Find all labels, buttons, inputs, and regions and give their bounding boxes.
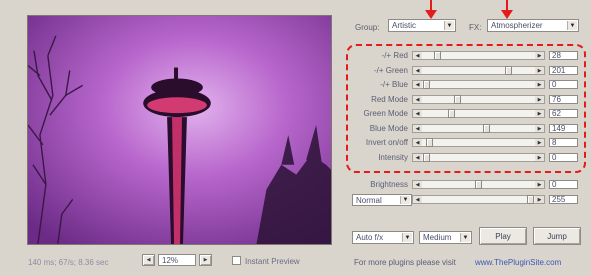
arrow-left-icon[interactable]: ◀ — [413, 52, 422, 59]
arrow-left-icon[interactable]: ◀ — [413, 125, 422, 132]
arrow-right-icon[interactable]: ▶ — [535, 81, 544, 88]
slider-value[interactable]: 0 — [549, 80, 578, 89]
slider-track[interactable]: ◀ ▶ — [412, 95, 545, 104]
slider-label: -/+ Green — [373, 66, 408, 75]
slider-label: Red Mode — [371, 95, 408, 104]
arrow-left-icon[interactable]: ◀ — [413, 67, 422, 74]
brightness-slider[interactable]: ◀ ▶ — [412, 180, 545, 189]
blend-slider[interactable]: ◀ ▶ — [412, 195, 545, 204]
chevron-down-icon: ▼ — [567, 21, 577, 30]
slider-label: Invert on/off — [365, 138, 408, 147]
brightness-label: Brightness — [370, 180, 408, 189]
fx-label: FX: — [469, 23, 482, 32]
slider-track[interactable]: ◀ ▶ — [412, 153, 545, 162]
triangle-icon: ◀ — [146, 257, 151, 263]
slider-value[interactable]: 62 — [549, 109, 578, 118]
blend-mode-value: Normal — [356, 195, 382, 205]
auto-fx-dropdown[interactable]: Auto f/x ▼ — [352, 231, 414, 244]
slider-thumb[interactable] — [423, 153, 430, 162]
arrow-right-icon[interactable]: ▶ — [535, 96, 544, 103]
slider-label: -/+ Red — [381, 51, 408, 60]
arrow-right-icon[interactable]: ▶ — [535, 196, 544, 203]
slider-label: Green Mode — [363, 109, 408, 118]
jump-button[interactable]: Jump — [533, 227, 581, 245]
speed-value: Medium — [423, 233, 452, 242]
fx-value: Atmospherizer — [491, 21, 543, 30]
arrow-right-icon[interactable]: ▶ — [535, 139, 544, 146]
slider-thumb[interactable] — [475, 180, 482, 189]
slider-thumb[interactable] — [423, 80, 430, 89]
group-dropdown[interactable]: Artistic ▼ — [388, 19, 456, 32]
arrow-right-icon[interactable]: ▶ — [535, 67, 544, 74]
slider-track[interactable]: ◀ ▶ — [412, 124, 545, 133]
slider-label: Blue Mode — [369, 124, 408, 133]
slider-label: Intensity — [378, 153, 408, 162]
brightness-value[interactable]: 0 — [549, 180, 578, 189]
slider-thumb[interactable] — [454, 95, 462, 104]
slider-thumb[interactable] — [426, 138, 434, 147]
group-value: Artistic — [392, 21, 416, 30]
group-label: Group: — [355, 23, 380, 32]
blend-value[interactable]: 255 — [549, 195, 578, 204]
arrow-left-icon[interactable]: ◀ — [413, 96, 422, 103]
footer-text: For more plugins please visit — [354, 258, 456, 267]
auto-fx-value: Auto f/x — [356, 233, 384, 242]
chevron-down-icon: ▼ — [444, 21, 454, 30]
slider-thumb[interactable] — [483, 124, 491, 133]
slider-thumb[interactable] — [447, 109, 455, 118]
slider-thumb[interactable] — [527, 195, 534, 204]
speed-dropdown[interactable]: Medium ▼ — [419, 231, 472, 244]
red-arrow-icon — [501, 0, 513, 19]
arrow-left-icon[interactable]: ◀ — [413, 181, 422, 188]
plugin-site-link[interactable]: www.ThePluginSite.com — [475, 258, 561, 267]
arrow-left-icon[interactable]: ◀ — [413, 110, 422, 117]
slider-value[interactable]: 149 — [549, 124, 578, 133]
preview-image — [27, 15, 332, 245]
slider-thumb[interactable] — [434, 51, 442, 60]
status-text: 140 ms; 67/s; 8.36 sec — [28, 258, 109, 267]
instant-preview-checkbox[interactable] — [232, 256, 241, 265]
arrow-left-icon[interactable]: ◀ — [413, 196, 422, 203]
chevron-down-icon: ▼ — [460, 233, 470, 242]
slider-thumb[interactable] — [505, 66, 513, 75]
slider-track[interactable]: ◀ ▶ — [412, 138, 545, 147]
zoom-decrease-button[interactable]: ◀ — [142, 254, 155, 266]
arrow-right-icon[interactable]: ▶ — [535, 181, 544, 188]
chevron-down-icon: ▼ — [400, 196, 410, 204]
slider-track[interactable]: ◀ ▶ — [412, 66, 545, 75]
slider-value[interactable]: 76 — [549, 95, 578, 104]
slider-label: -/+ Blue — [380, 80, 408, 89]
chevron-down-icon: ▼ — [402, 233, 412, 242]
slider-value[interactable]: 8 — [549, 138, 578, 147]
zoom-increase-button[interactable]: ▶ — [199, 254, 212, 266]
slider-value[interactable]: 0 — [549, 153, 578, 162]
arrow-right-icon[interactable]: ▶ — [535, 154, 544, 161]
arrow-right-icon[interactable]: ▶ — [535, 110, 544, 117]
slider-track[interactable]: ◀ ▶ — [412, 109, 545, 118]
blend-mode-dropdown[interactable]: Normal ▼ — [352, 194, 412, 206]
arrow-right-icon[interactable]: ▶ — [535, 52, 544, 59]
instant-preview-label: Instant Preview — [245, 257, 300, 266]
slider-value[interactable]: 28 — [549, 51, 578, 60]
arrow-left-icon[interactable]: ◀ — [413, 81, 422, 88]
slider-value[interactable]: 201 — [549, 66, 578, 75]
fx-dropdown[interactable]: Atmospherizer ▼ — [487, 19, 579, 32]
red-arrow-icon — [425, 0, 437, 19]
arrow-left-icon[interactable]: ◀ — [413, 139, 422, 146]
play-button[interactable]: Play — [479, 227, 527, 245]
triangle-icon: ▶ — [203, 257, 208, 263]
slider-track[interactable]: ◀ ▶ — [412, 80, 545, 89]
slider-track[interactable]: ◀ ▶ — [412, 51, 545, 60]
arrow-left-icon[interactable]: ◀ — [413, 154, 422, 161]
zoom-field[interactable]: 12% — [158, 254, 196, 266]
arrow-right-icon[interactable]: ▶ — [535, 125, 544, 132]
